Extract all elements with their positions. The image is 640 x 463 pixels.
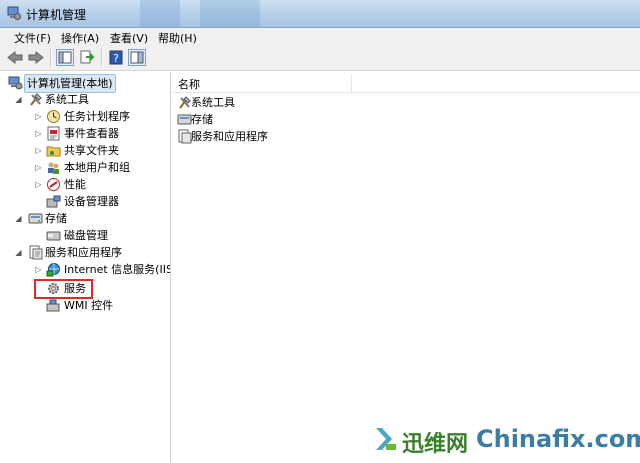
forward-arrow-icon — [28, 50, 44, 65]
help-button[interactable]: ? — [107, 49, 125, 66]
list-column-header[interactable]: 名称 — [173, 74, 640, 93]
collapsed-arrow-icon[interactable]: ▷ — [34, 125, 43, 142]
tree-label: 事件查看器 — [64, 127, 119, 140]
computer-management-icon — [8, 76, 23, 90]
column-name-header[interactable]: 名称 — [178, 76, 200, 92]
properties-pane-button[interactable] — [128, 49, 146, 66]
disk-management-icon — [46, 231, 61, 241]
tree-label: 系统工具 — [45, 93, 89, 106]
help-icon: ? — [109, 50, 123, 65]
forward-button[interactable] — [27, 49, 45, 66]
computer-management-icon — [7, 6, 21, 20]
export-list-icon — [80, 50, 95, 64]
titlebar-glass-1 — [140, 0, 180, 27]
menu-file[interactable]: 文件(F) — [14, 30, 51, 46]
window-title: 计算机管理 — [26, 8, 87, 22]
iis-icon — [46, 263, 60, 277]
collapsed-arrow-icon[interactable]: ▷ — [34, 159, 43, 176]
list-item-label: 存储 — [191, 113, 213, 126]
services-highlight-box — [34, 279, 93, 299]
collapsed-arrow-icon[interactable]: ▷ — [34, 261, 43, 278]
menu-view[interactable]: 查看(V) — [110, 30, 148, 46]
tree-label: 磁盘管理 — [64, 229, 108, 242]
svg-text:?: ? — [113, 52, 119, 65]
tools-icon — [30, 93, 42, 106]
expanded-arrow-icon[interactable]: ◢ — [14, 244, 23, 261]
list-item-label: 系统工具 — [191, 96, 235, 109]
device-manager-icon — [46, 195, 61, 208]
performance-icon — [47, 178, 60, 191]
tree-label: Internet 信息服务(IIS)管 — [64, 263, 170, 276]
column-divider[interactable] — [351, 74, 352, 92]
tree-label: 本地用户和组 — [64, 161, 130, 174]
content-list-pane: 名称 系统工具 存储 服务和应用程序 — [173, 72, 640, 463]
properties-pane-icon — [130, 51, 144, 64]
titlebar-glass-2 — [200, 0, 260, 27]
title-bar[interactable]: 计算机管理 — [0, 0, 640, 28]
watermark-cn-text: 迅维网 — [402, 432, 469, 457]
tree-label: 服务和应用程序 — [45, 246, 122, 259]
menu-action[interactable]: 操作(A) — [61, 30, 99, 46]
show-hide-tree-icon — [58, 51, 72, 64]
storage-icon — [177, 114, 192, 125]
menu-help[interactable]: 帮助(H) — [158, 30, 197, 46]
watermark: 迅维网 Chinafix.com — [364, 416, 640, 463]
navigation-tree: 计算机管理(本地) ◢ 系统工具 ▷ 任务计划程序 ▷ 事件查看器 ▷ 共享文件… — [3, 72, 171, 463]
watermark-en-text: Chinafix.com — [476, 425, 640, 453]
tree-label: 共享文件夹 — [64, 144, 119, 157]
shared-folder-icon — [46, 146, 61, 157]
expanded-arrow-icon[interactable]: ◢ — [14, 210, 23, 227]
toolbar-separator — [50, 49, 52, 66]
back-arrow-icon — [7, 50, 23, 65]
collapsed-arrow-icon[interactable]: ▷ — [34, 176, 43, 193]
tree-label: WMI 控件 — [64, 299, 114, 312]
chinafix-logo-icon — [376, 428, 396, 450]
tree-label: 存储 — [45, 212, 67, 225]
toolbar: ? — [0, 46, 640, 71]
clock-icon — [47, 110, 60, 123]
tools-icon — [179, 96, 191, 109]
computer-management-window: 计算机管理 文件(F) 操作(A) 查看(V) 帮助(H) ? 计算机管理(本地… — [0, 0, 640, 463]
storage-icon — [28, 213, 43, 224]
toolbar-separator — [101, 49, 103, 66]
services-apps-icon — [178, 129, 192, 144]
back-button[interactable] — [6, 49, 24, 66]
users-icon — [48, 162, 59, 174]
event-viewer-icon — [47, 126, 60, 141]
tree-label: 任务计划程序 — [64, 110, 130, 123]
list-item-label: 服务和应用程序 — [191, 130, 268, 143]
services-apps-icon — [29, 245, 43, 260]
tree-label: 性能 — [64, 178, 86, 191]
export-list-button[interactable] — [78, 49, 96, 66]
show-hide-tree-button[interactable] — [56, 49, 74, 66]
expanded-arrow-icon[interactable]: ◢ — [14, 91, 23, 108]
collapsed-arrow-icon[interactable]: ▷ — [34, 142, 43, 159]
tree-label: 设备管理器 — [64, 195, 119, 208]
menu-bar: 文件(F) 操作(A) 查看(V) 帮助(H) — [0, 28, 640, 46]
wmi-control-icon — [46, 299, 60, 312]
collapsed-arrow-icon[interactable]: ▷ — [34, 108, 43, 125]
